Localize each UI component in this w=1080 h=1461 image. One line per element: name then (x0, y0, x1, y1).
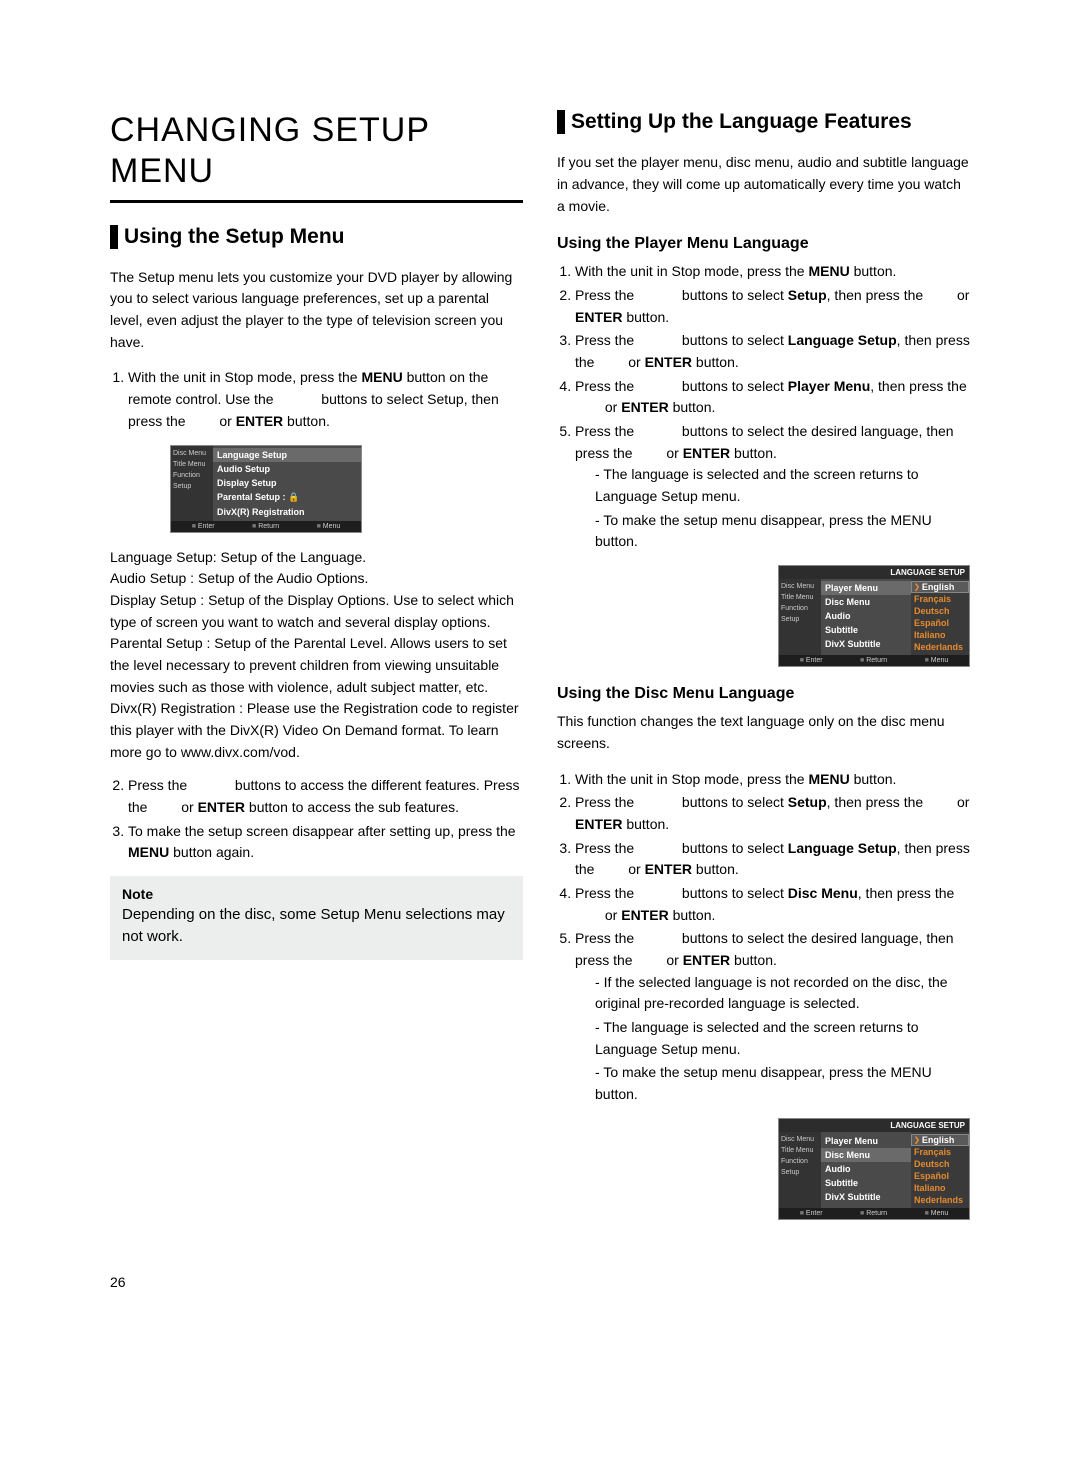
disc-menu-steps: With the unit in Stop mode, press the ME… (557, 769, 970, 1106)
disc-menu-intro: This function changes the text language … (557, 711, 970, 754)
osd-language-setup-disc: LANGUAGE SETUP Disc Menu Title Menu Func… (778, 1118, 970, 1220)
osd-setup-menu: Disc Menu Title Menu Function Setup Lang… (170, 445, 362, 533)
step-2: Press the buttons to access the differen… (128, 775, 523, 818)
player-menu-steps: With the unit in Stop mode, press the ME… (557, 261, 970, 553)
sub-heading-player-menu: Using the Player Menu Language (557, 235, 970, 253)
step-3: To make the setup screen disappear after… (128, 821, 523, 864)
left-column: CHANGING SETUP MENU Using the Setup Menu… (110, 110, 523, 1234)
note-body: Depending on the disc, some Setup Menu s… (122, 904, 511, 948)
osd-language-setup-player: LANGUAGE SETUP Disc Menu Title Menu Func… (778, 565, 970, 667)
intro-paragraph: The Setup menu lets you customize your D… (110, 267, 523, 354)
setup-steps: With the unit in Stop mode, press the ME… (110, 367, 523, 432)
step-1: With the unit in Stop mode, press the ME… (128, 367, 523, 432)
two-column-layout: CHANGING SETUP MENU Using the Setup Menu… (110, 110, 970, 1234)
section-heading-language: Setting Up the Language Features (557, 110, 970, 134)
sub-heading-disc-menu: Using the Disc Menu Language (557, 685, 970, 703)
page-number: 26 (110, 1274, 970, 1290)
manual-page: CHANGING SETUP MENU Using the Setup Menu… (0, 0, 1080, 1350)
setup-option-descriptions: Language Setup: Setup of the Language. A… (110, 547, 523, 764)
section-heading-setup: Using the Setup Menu (110, 225, 523, 249)
note-box: Note Depending on the disc, some Setup M… (110, 876, 523, 960)
main-title: CHANGING SETUP MENU (110, 110, 523, 203)
note-title: Note (122, 886, 511, 902)
right-column: Setting Up the Language Features If you … (557, 110, 970, 1234)
language-intro: If you set the player menu, disc menu, a… (557, 152, 970, 217)
setup-steps-cont: Press the buttons to access the differen… (110, 775, 523, 864)
